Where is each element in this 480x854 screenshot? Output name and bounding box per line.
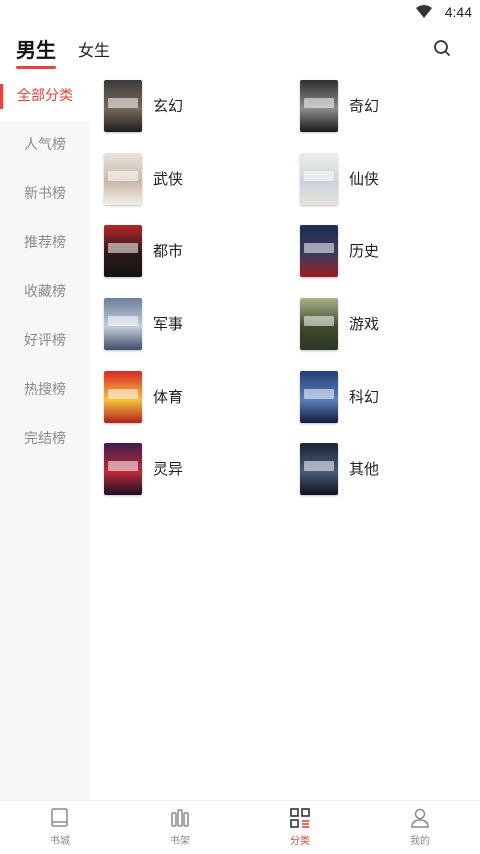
sidebar-item-label: 推荐榜 bbox=[24, 235, 66, 251]
sidebar: 全部分类 人气榜 新书榜 推荐榜 收藏榜 好评榜 热搜榜 完结榜 bbox=[0, 72, 90, 800]
category-label: 科幻 bbox=[349, 388, 380, 406]
sidebar-item-trending-search[interactable]: 热搜榜 bbox=[0, 366, 90, 415]
cover-title-mark bbox=[108, 316, 138, 326]
tab-active-indicator bbox=[16, 66, 56, 69]
category-item[interactable]: 仙侠 bbox=[300, 153, 470, 205]
category-item[interactable]: 历史 bbox=[300, 225, 470, 277]
book-cover bbox=[104, 225, 142, 277]
category-label: 都市 bbox=[153, 242, 184, 260]
tab-female-label: 女生 bbox=[78, 41, 111, 60]
category-item[interactable]: 玄幻 bbox=[104, 80, 274, 132]
cover-title-mark bbox=[108, 171, 138, 181]
category-label: 体育 bbox=[153, 388, 184, 406]
cover-title-mark bbox=[108, 389, 138, 399]
category-label: 玄幻 bbox=[153, 97, 184, 115]
cover-title-mark bbox=[304, 316, 334, 326]
cover-title-mark bbox=[108, 98, 138, 108]
category-item[interactable]: 奇幻 bbox=[300, 80, 470, 132]
book-cover bbox=[104, 371, 142, 423]
category-label: 灵异 bbox=[153, 460, 184, 478]
user-icon bbox=[411, 808, 429, 828]
sidebar-item-popular[interactable]: 人气榜 bbox=[0, 121, 90, 170]
sidebar-item-favorites[interactable]: 收藏榜 bbox=[0, 268, 90, 317]
nav-bookstore[interactable]: 书城 bbox=[30, 807, 90, 847]
category-item[interactable]: 都市 bbox=[104, 225, 274, 277]
tab-female[interactable]: 女生 bbox=[78, 37, 110, 61]
book-cover bbox=[300, 443, 338, 495]
book-cover bbox=[104, 443, 142, 495]
category-label: 奇幻 bbox=[349, 97, 380, 115]
book-icon bbox=[51, 808, 68, 827]
sidebar-item-label: 新书榜 bbox=[24, 186, 66, 202]
bottom-nav: 书城 书架 分类 我的 bbox=[0, 800, 480, 854]
category-label: 其他 bbox=[349, 460, 380, 478]
category-item[interactable]: 科幻 bbox=[300, 371, 470, 423]
sidebar-item-new-books[interactable]: 新书榜 bbox=[0, 170, 90, 219]
cover-title-mark bbox=[304, 98, 334, 108]
category-label: 武侠 bbox=[153, 170, 184, 188]
nav-label: 书架 bbox=[170, 836, 190, 847]
sidebar-item-all-categories[interactable]: 全部分类 bbox=[0, 72, 90, 121]
book-cover bbox=[300, 153, 338, 205]
book-cover bbox=[104, 298, 142, 350]
sidebar-item-top-rated[interactable]: 好评榜 bbox=[0, 317, 90, 366]
book-cover bbox=[300, 225, 338, 277]
book-cover bbox=[300, 80, 338, 132]
category-item[interactable]: 灵异 bbox=[104, 443, 274, 495]
category-label: 仙侠 bbox=[349, 170, 380, 188]
sidebar-item-label: 人气榜 bbox=[24, 137, 66, 153]
nav-label: 书城 bbox=[50, 836, 70, 847]
category-item[interactable]: 其他 bbox=[300, 443, 470, 495]
sidebar-item-label: 全部分类 bbox=[17, 88, 73, 104]
category-item[interactable]: 体育 bbox=[104, 371, 274, 423]
nav-bookshelf[interactable]: 书架 bbox=[150, 807, 210, 847]
nav-label: 分类 bbox=[290, 836, 310, 847]
sidebar-item-label: 好评榜 bbox=[24, 333, 66, 349]
category-item[interactable]: 军事 bbox=[104, 298, 274, 350]
category-item[interactable]: 游戏 bbox=[300, 298, 470, 350]
category-grid-icon bbox=[290, 808, 310, 828]
cover-title-mark bbox=[108, 243, 138, 253]
sidebar-item-recommended[interactable]: 推荐榜 bbox=[0, 219, 90, 268]
cover-title-mark bbox=[304, 171, 334, 181]
book-cover bbox=[300, 298, 338, 350]
cover-title-mark bbox=[304, 389, 334, 399]
nav-label: 我的 bbox=[410, 836, 430, 847]
tab-male-label: 男生 bbox=[16, 38, 56, 62]
book-cover bbox=[104, 80, 142, 132]
header: 男生 女生 bbox=[0, 26, 480, 72]
book-cover bbox=[104, 153, 142, 205]
sidebar-item-completed[interactable]: 完结榜 bbox=[0, 415, 90, 464]
category-label: 历史 bbox=[349, 242, 380, 260]
category-item[interactable]: 武侠 bbox=[104, 153, 274, 205]
sidebar-item-label: 热搜榜 bbox=[24, 382, 66, 398]
sidebar-item-label: 完结榜 bbox=[24, 431, 66, 447]
category-label: 游戏 bbox=[349, 315, 380, 333]
category-label: 军事 bbox=[153, 315, 184, 333]
status-bar: 4:44 bbox=[0, 0, 480, 26]
book-cover bbox=[300, 371, 338, 423]
sidebar-item-label: 收藏榜 bbox=[24, 284, 66, 300]
wifi-icon bbox=[416, 5, 432, 18]
tab-male[interactable]: 男生 bbox=[16, 34, 56, 69]
cover-title-mark bbox=[304, 243, 334, 253]
cover-title-mark bbox=[304, 461, 334, 471]
status-time: 4:44 bbox=[444, 4, 472, 20]
bookshelf-icon bbox=[171, 809, 189, 827]
nav-profile[interactable]: 我的 bbox=[390, 807, 450, 847]
search-icon[interactable] bbox=[430, 36, 454, 60]
nav-category[interactable]: 分类 bbox=[270, 807, 330, 847]
cover-title-mark bbox=[108, 461, 138, 471]
